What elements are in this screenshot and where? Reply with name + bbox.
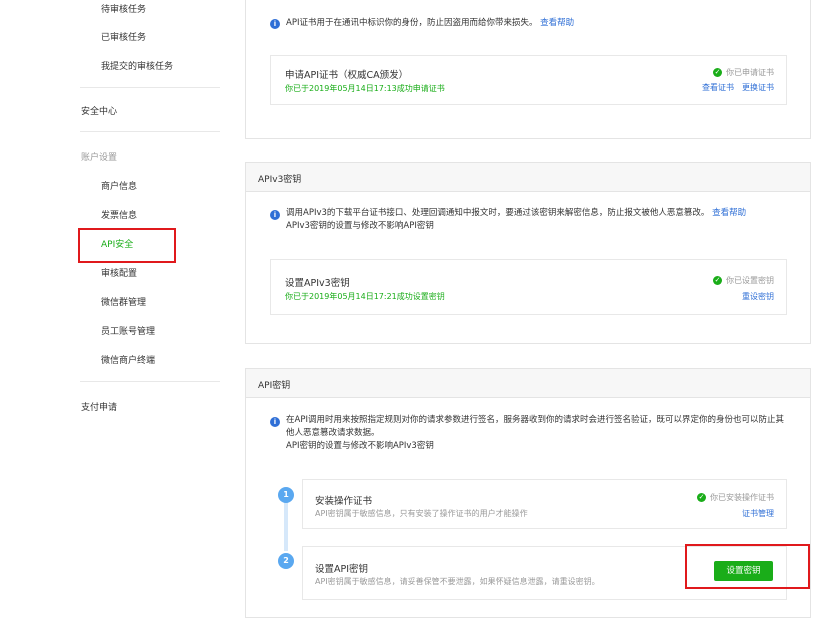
- apiv3-subtitle: 你已于2019年05月14日17:21成功设置密钥: [285, 292, 445, 301]
- apikey-info-text: 在API调用时用来按照指定规则对你的请求参数进行签名，服务器收到你的请求时会进行…: [286, 414, 784, 453]
- set-api-key-title: 设置API密钥: [315, 564, 369, 575]
- divider: [80, 381, 220, 382]
- info-icon: i: [270, 417, 280, 427]
- apiv3-help-link[interactable]: 查看帮助: [712, 208, 746, 218]
- apikey-info-line3: API密钥的设置与修改不影响APIv3密钥: [286, 441, 434, 451]
- step-install-cert-panel: 安装操作证书 API密钥属于敏感信息，只有安装了操作证书的用户才能操作 ✓ 你已安…: [302, 479, 787, 529]
- highlight-box-api-security: [78, 228, 176, 263]
- cert-info-message: API证书用于在通讯中标识你的身份，防止因盗用而给你带来损失。: [286, 18, 538, 28]
- view-cert-link[interactable]: 查看证书: [702, 83, 734, 92]
- check-circle-icon: ✓: [697, 493, 706, 502]
- sidebar: 待审核任务 已审核任务 我提交的审核任务 安全中心 账户设置 商户信息 发票信息…: [0, 0, 232, 608]
- apikey-info-line1: 在API调用时用来按照指定规则对你的请求参数进行签名，服务器收到你的请求时会进行…: [286, 415, 784, 425]
- cert-help-link[interactable]: 查看帮助: [540, 18, 574, 28]
- highlight-box-set-key: [685, 544, 810, 589]
- apiv3-status-text: 你已设置密钥: [726, 276, 774, 285]
- apiv3-info-line1: 调用APIv3的下载平台证书接口、处理回调通知中报文时，要通过该密钥来解密信息，…: [286, 208, 710, 218]
- sidebar-item-invoice-info[interactable]: 发票信息: [101, 208, 137, 221]
- sidebar-item-reviewed-tasks[interactable]: 已审核任务: [101, 30, 146, 43]
- sidebar-item-wechat-group[interactable]: 微信群管理: [101, 295, 146, 308]
- apiv3-card-header: APIv3密钥: [246, 163, 810, 192]
- sidebar-item-merchant-terminal[interactable]: 微信商户终端: [101, 353, 155, 366]
- sidebar-item-merchant-info[interactable]: 商户信息: [101, 179, 137, 192]
- sidebar-item-pay-apply[interactable]: 支付申请: [81, 400, 117, 413]
- apikey-card-header: API密钥: [246, 369, 810, 398]
- info-icon: i: [270, 210, 280, 220]
- api-cert-card: i API证书用于在通讯中标识你的身份，防止因盗用而给你带来损失。 查看帮助 申…: [245, 0, 811, 139]
- divider: [80, 131, 220, 132]
- install-cert-status-text: 你已安装操作证书: [710, 493, 774, 502]
- reset-apiv3-key-link[interactable]: 重设密钥: [742, 292, 774, 301]
- install-cert-desc: API密钥属于敏感信息，只有安装了操作证书的用户才能操作: [315, 509, 528, 518]
- sidebar-group-account-settings: 账户设置: [81, 153, 118, 163]
- cert-title: 申请API证书（权威CA颁发）: [285, 70, 409, 81]
- step-number-2: 2: [278, 553, 294, 569]
- apiv3-info-text: 调用APIv3的下载平台证书接口、处理回调通知中报文时，要通过该密钥来解密信息，…: [286, 207, 746, 233]
- install-cert-status: ✓ 你已安装操作证书: [697, 492, 774, 503]
- main-content: i API证书用于在通讯中标识你的身份，防止因盗用而给你带来损失。 查看帮助 申…: [232, 0, 831, 618]
- install-cert-title: 安装操作证书: [315, 496, 373, 507]
- cert-actions: 查看证书 更换证书: [694, 82, 774, 93]
- sidebar-item-review-config[interactable]: 审核配置: [101, 266, 137, 279]
- sidebar-item-security-center[interactable]: 安全中心: [81, 104, 117, 117]
- sidebar-item-pending-tasks[interactable]: 待审核任务: [101, 2, 146, 15]
- cert-status-panel: 申请API证书（权威CA颁发） 你已于2019年05月14日17:13成功申请证…: [270, 55, 787, 105]
- apikey-card-title: API密钥: [258, 381, 291, 391]
- apikey-info-line2: 他人恶意篡改请求数据。: [286, 428, 380, 438]
- check-circle-icon: ✓: [713, 276, 722, 285]
- cert-info-text: API证书用于在通讯中标识你的身份，防止因盗用而给你带来损失。 查看帮助: [286, 17, 574, 30]
- apiv3-key-card: APIv3密钥 i 调用APIv3的下载平台证书接口、处理回调通知中报文时，要通…: [245, 162, 811, 344]
- replace-cert-link[interactable]: 更换证书: [742, 83, 774, 92]
- install-cert-actions: 证书管理: [734, 508, 774, 519]
- step-number-1: 1: [278, 487, 294, 503]
- apiv3-actions: 重设密钥: [734, 291, 774, 302]
- cert-management-link[interactable]: 证书管理: [742, 509, 774, 518]
- step-connector: [284, 497, 288, 551]
- sidebar-item-staff-accounts[interactable]: 员工账号管理: [101, 324, 155, 337]
- cert-status: ✓ 你已申请证书: [713, 67, 774, 78]
- apiv3-title: 设置APIv3密钥: [285, 278, 350, 289]
- apiv3-status: ✓ 你已设置密钥: [713, 275, 774, 286]
- apiv3-status-panel: 设置APIv3密钥 你已于2019年05月14日17:21成功设置密钥 ✓ 你已设…: [270, 259, 787, 315]
- divider: [80, 87, 220, 88]
- sidebar-item-submitted-tasks[interactable]: 我提交的审核任务: [101, 59, 173, 72]
- cert-subtitle: 你已于2019年05月14日17:13成功申请证书: [285, 84, 445, 93]
- set-api-key-desc: API密钥属于敏感信息，请妥善保管不要泄露，如果怀疑信息泄露，请重设密钥。: [315, 577, 600, 586]
- cert-status-text: 你已申请证书: [726, 68, 774, 77]
- check-circle-icon: ✓: [713, 68, 722, 77]
- info-icon: i: [270, 19, 280, 29]
- apiv3-card-title: APIv3密钥: [258, 175, 302, 185]
- apiv3-info-line2: APIv3密钥的设置与修改不影响API密钥: [286, 221, 434, 231]
